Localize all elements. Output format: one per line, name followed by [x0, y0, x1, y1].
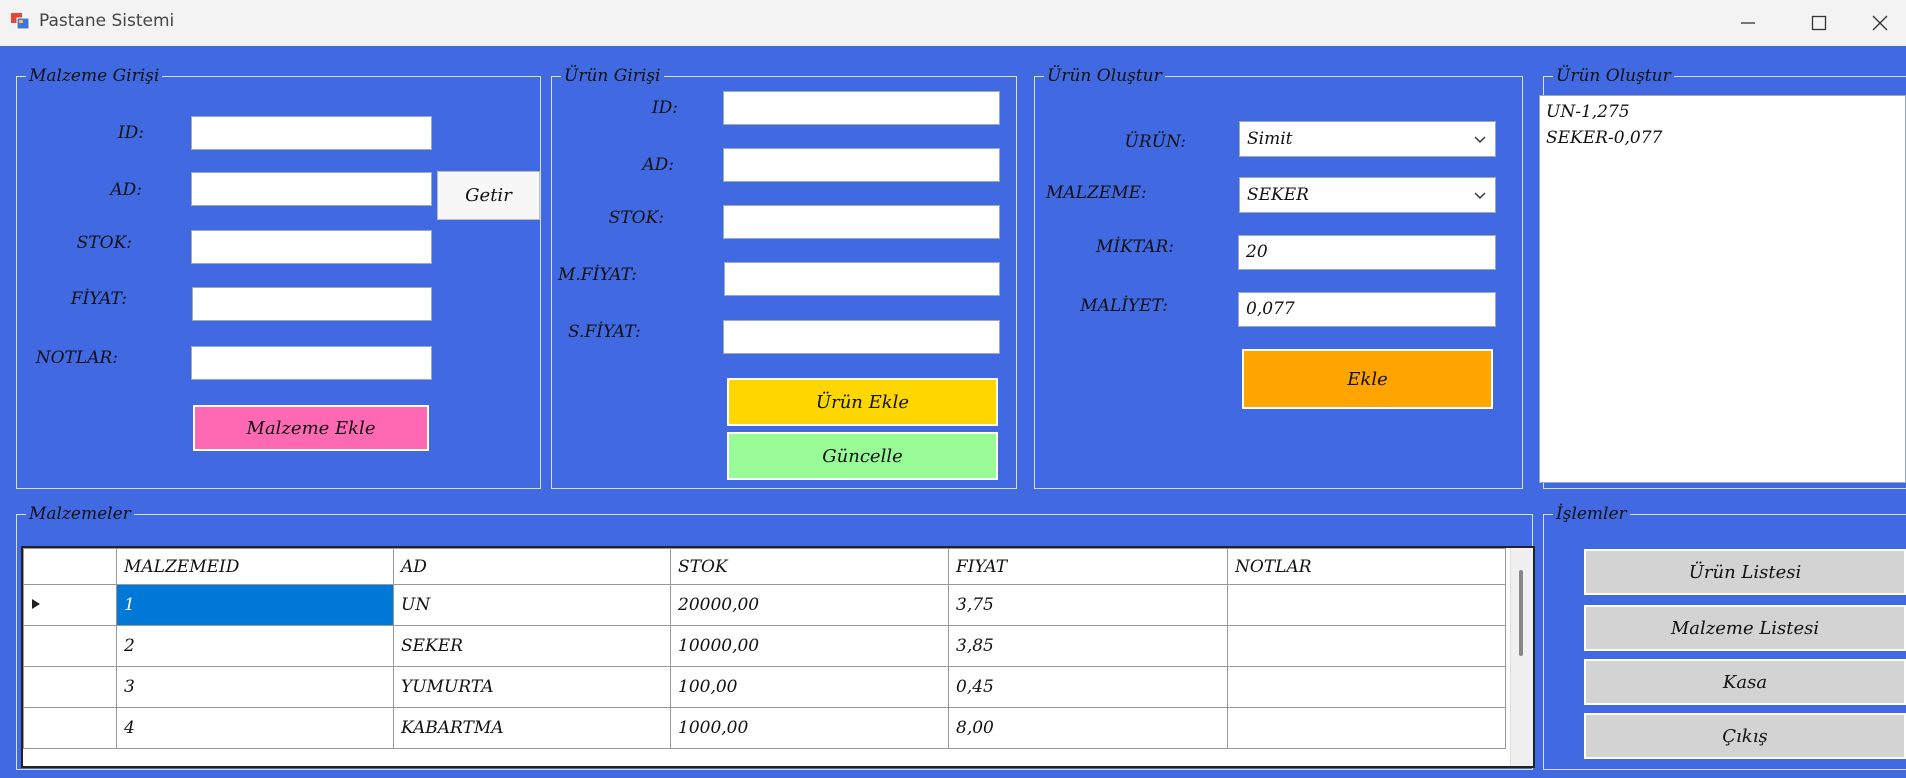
malzeme-id-label: ID:	[117, 123, 144, 143]
urun-girisi-title: Ürün Girişi	[561, 66, 664, 86]
malzeme-select-value: SEKER	[1247, 185, 1309, 205]
table-cell[interactable]: 100,00	[670, 666, 949, 708]
urun-id-input[interactable]	[723, 91, 1000, 125]
malzeme-ad-label: AD:	[110, 180, 142, 200]
table-cell[interactable]: YUMURTA	[393, 666, 671, 708]
table-cell[interactable]: 3,75	[948, 584, 1228, 626]
current-row-icon	[32, 599, 40, 609]
urun-id-label: ID:	[651, 98, 678, 118]
urun-ekle-button[interactable]: Ürün Ekle	[727, 378, 998, 426]
table-cell[interactable]	[1227, 666, 1506, 708]
malzeme-stok-label: STOK:	[76, 233, 132, 253]
title-bar: Pastane Sistemi	[0, 0, 1906, 46]
table-cell[interactable]: 20000,00	[670, 584, 949, 626]
minimize-button[interactable]	[1720, 0, 1776, 46]
table-row[interactable]: 2 SEKER 10000,00 3,85	[23, 625, 1506, 667]
urun-select[interactable]: Simit	[1239, 121, 1496, 157]
table-cell[interactable]: 1	[116, 584, 394, 626]
table-row[interactable]: 3 YUMURTA 100,00 0,45	[23, 666, 1506, 708]
table-cell[interactable]: KABARTMA	[393, 707, 671, 749]
table-row[interactable]: 1 UN 20000,00 3,75	[23, 584, 1506, 626]
list-item[interactable]: UN-1,275	[1546, 99, 1899, 125]
urun-select-value: Simit	[1247, 129, 1293, 149]
close-button[interactable]	[1852, 0, 1906, 46]
table-cell[interactable]: 10000,00	[670, 625, 949, 667]
table-cell[interactable]: 2	[116, 625, 394, 667]
ekle-button[interactable]: Ekle	[1242, 349, 1493, 409]
urun-stok-input[interactable]	[723, 205, 1000, 239]
table-cell[interactable]: 1000,00	[670, 707, 949, 749]
table-cell[interactable]: 3,85	[948, 625, 1228, 667]
malzeme-select-label: MALZEME:	[1046, 183, 1147, 203]
chevron-down-icon	[1474, 192, 1486, 199]
malzeme-listesi-button[interactable]: Malzeme Listesi	[1584, 605, 1906, 651]
table-row[interactable]: 4 KABARTMA 1000,00 8,00	[23, 707, 1506, 749]
cikis-button[interactable]: Çıkış	[1584, 713, 1906, 759]
urun-stok-label: STOK:	[608, 208, 664, 228]
malzeme-select[interactable]: SEKER	[1239, 177, 1496, 213]
grid-scrollbar[interactable]	[1510, 548, 1533, 766]
close-icon	[1872, 15, 1888, 31]
maliyet-input[interactable]: 0,077	[1238, 292, 1496, 327]
malzeme-ekle-button[interactable]: Malzeme Ekle	[193, 405, 429, 451]
urun-listesi-button[interactable]: Ürün Listesi	[1584, 549, 1906, 595]
column-header[interactable]: FIYAT	[948, 548, 1228, 585]
urun-ad-input[interactable]	[723, 148, 1000, 182]
urun-recipe-listbox[interactable]: UN-1,275 SEKER-0,077	[1539, 95, 1906, 483]
row-header[interactable]	[23, 625, 117, 667]
guncelle-button[interactable]: Güncelle	[727, 432, 998, 480]
malzemeler-title: Malzemeler	[26, 504, 134, 524]
urun-mfiyat-label: M.FİYAT:	[558, 265, 638, 285]
malzeme-id-input[interactable]	[191, 116, 432, 150]
islemler-title: İşlemler	[1553, 504, 1630, 524]
column-header[interactable]: NOTLAR	[1227, 548, 1506, 585]
table-cell[interactable]: 3	[116, 666, 394, 708]
maximize-button[interactable]	[1791, 0, 1847, 46]
table-cell[interactable]	[1227, 707, 1506, 749]
malzemeler-table: MALZEMEID AD STOK FIYAT NOTLAR 1 UN 2000…	[23, 548, 1506, 749]
urun-ad-label: AD:	[642, 155, 674, 175]
urun-sfiyat-input[interactable]	[723, 320, 1000, 354]
maximize-icon	[1811, 15, 1827, 31]
row-header[interactable]	[23, 666, 117, 708]
table-cell[interactable]: 0,45	[948, 666, 1228, 708]
miktar-input[interactable]: 20	[1238, 235, 1496, 270]
row-header-corner	[23, 548, 117, 585]
malzeme-ad-input[interactable]	[191, 172, 432, 206]
table-cell[interactable]: UN	[393, 584, 671, 626]
table-cell[interactable]: SEKER	[393, 625, 671, 667]
column-header[interactable]: STOK	[670, 548, 949, 585]
table-cell[interactable]	[1227, 625, 1506, 667]
app-icon	[11, 13, 30, 30]
row-header[interactable]	[23, 707, 117, 749]
urun-sfiyat-label: S.FİYAT:	[568, 322, 641, 342]
row-header[interactable]	[23, 584, 117, 626]
minimize-icon	[1741, 22, 1755, 24]
kasa-button[interactable]: Kasa	[1584, 659, 1906, 705]
malzeme-fiyat-label: FİYAT:	[70, 289, 127, 309]
getir-button[interactable]: Getir	[437, 171, 540, 220]
column-header[interactable]: AD	[393, 548, 671, 585]
list-item[interactable]: SEKER-0,077	[1546, 125, 1899, 151]
table-cell[interactable]: 8,00	[948, 707, 1228, 749]
malzeme-stok-input[interactable]	[191, 230, 432, 264]
table-header-row: MALZEMEID AD STOK FIYAT NOTLAR	[23, 548, 1506, 585]
grid-scrollbar-thumb[interactable]	[1519, 570, 1523, 656]
urun-mfiyat-input[interactable]	[724, 262, 1000, 296]
urun-select-label: ÜRÜN:	[1124, 132, 1186, 152]
chevron-down-icon	[1474, 136, 1486, 143]
urun-olustur-list-title: Ürün Oluştur	[1553, 66, 1674, 86]
malzemeler-grid[interactable]: MALZEMEID AD STOK FIYAT NOTLAR 1 UN 2000…	[21, 546, 1535, 768]
urun-olustur-title: Ürün Oluştur	[1044, 66, 1165, 86]
malzeme-girisi-title: Malzeme Girişi	[26, 66, 163, 86]
table-cell[interactable]	[1227, 584, 1506, 626]
malzeme-fiyat-input[interactable]	[192, 287, 432, 321]
maliyet-label: MALİYET:	[1080, 296, 1168, 316]
table-cell[interactable]: 4	[116, 707, 394, 749]
window-title: Pastane Sistemi	[39, 11, 175, 31]
malzeme-notlar-input[interactable]	[191, 346, 432, 380]
miktar-label: MİKTAR:	[1095, 237, 1174, 257]
column-header[interactable]: MALZEMEID	[116, 548, 394, 585]
malzeme-notlar-label: NOTLAR:	[35, 348, 118, 368]
